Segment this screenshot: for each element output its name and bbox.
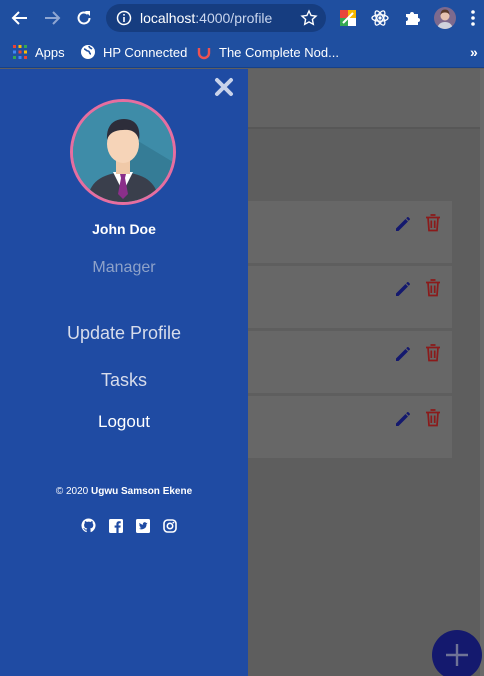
more-vert-icon xyxy=(471,10,475,26)
react-devtools-icon[interactable] xyxy=(370,8,390,28)
arrow-right-icon xyxy=(45,11,61,25)
browser-menu-button[interactable] xyxy=(470,9,476,27)
bookmark-apps[interactable]: Apps xyxy=(12,42,65,62)
social-links xyxy=(81,518,181,534)
back-button[interactable] xyxy=(8,6,32,30)
bookmarks-bar: Apps HP Connected The Complete Nod... » xyxy=(0,36,484,68)
url-text: localhost:4000/profile xyxy=(140,10,272,26)
user-role: Manager xyxy=(92,259,156,276)
edit-pencil-icon[interactable] xyxy=(394,345,412,367)
bookmark-complete-node[interactable]: The Complete Nod... xyxy=(196,42,339,62)
info-icon[interactable] xyxy=(116,10,132,30)
github-icon[interactable] xyxy=(81,518,96,533)
edit-pencil-icon[interactable] xyxy=(394,410,412,432)
reload-button[interactable] xyxy=(72,6,96,30)
nav-link-logout[interactable]: Logout xyxy=(0,412,248,432)
edit-pencil-icon[interactable] xyxy=(394,280,412,302)
bookmark-star-icon[interactable] xyxy=(300,9,318,31)
task-card xyxy=(236,396,452,458)
copyright-text: © 2020 Ugwu Samson Ekene xyxy=(0,486,248,497)
bookmark-label: Apps xyxy=(35,44,65,60)
url-path: :4000/profile xyxy=(195,10,273,26)
reload-icon xyxy=(77,11,91,25)
instagram-icon[interactable] xyxy=(162,518,177,533)
task-card xyxy=(236,201,452,263)
bookmark-label: HP Connected xyxy=(103,44,188,60)
bookmark-label: The Complete Nod... xyxy=(219,44,339,60)
twitter-icon[interactable] xyxy=(135,518,150,533)
delete-trash-icon[interactable] xyxy=(425,214,441,236)
plus-icon xyxy=(446,644,468,666)
edit-pencil-icon[interactable] xyxy=(394,215,412,237)
facebook-icon[interactable] xyxy=(108,518,123,533)
task-card xyxy=(236,266,452,328)
copyright-author[interactable]: Ugwu Samson Ekene xyxy=(91,486,192,497)
apps-grid-icon xyxy=(12,44,28,60)
globe-icon xyxy=(80,44,96,60)
person-icon xyxy=(437,9,453,29)
close-drawer-button[interactable] xyxy=(212,75,236,99)
udemy-icon xyxy=(196,44,212,60)
delete-trash-icon[interactable] xyxy=(425,279,441,301)
delete-trash-icon[interactable] xyxy=(425,409,441,431)
add-task-button[interactable] xyxy=(432,630,482,676)
extensions-puzzle-icon[interactable] xyxy=(402,8,422,28)
nav-link-update-profile[interactable]: Update Profile xyxy=(0,323,248,344)
profile-avatar-image xyxy=(70,99,176,205)
url-host: localhost xyxy=(140,10,196,26)
delete-trash-icon[interactable] xyxy=(425,344,441,366)
arrow-left-icon xyxy=(11,11,27,25)
nav-link-tasks[interactable]: Tasks xyxy=(0,370,248,391)
browser-toolbar: localhost:4000/profile xyxy=(0,0,484,36)
side-nav-drawer: John Doe Manager Update Profile Tasks Lo… xyxy=(0,69,248,676)
businessman-avatar-icon xyxy=(73,102,173,202)
close-icon xyxy=(215,78,233,96)
profile-avatar[interactable] xyxy=(434,7,456,29)
address-bar[interactable]: localhost:4000/profile xyxy=(106,4,326,32)
forward-button[interactable] xyxy=(40,6,64,30)
bookmark-hp-connected[interactable]: HP Connected xyxy=(80,42,187,62)
bookmarks-overflow-button[interactable]: » xyxy=(470,44,478,60)
page-scrollbar[interactable] xyxy=(480,69,484,676)
user-name: John Doe xyxy=(92,221,156,237)
extension-color-icon[interactable] xyxy=(338,8,358,28)
copyright-prefix: © 2020 xyxy=(55,486,92,497)
task-card xyxy=(236,331,452,393)
